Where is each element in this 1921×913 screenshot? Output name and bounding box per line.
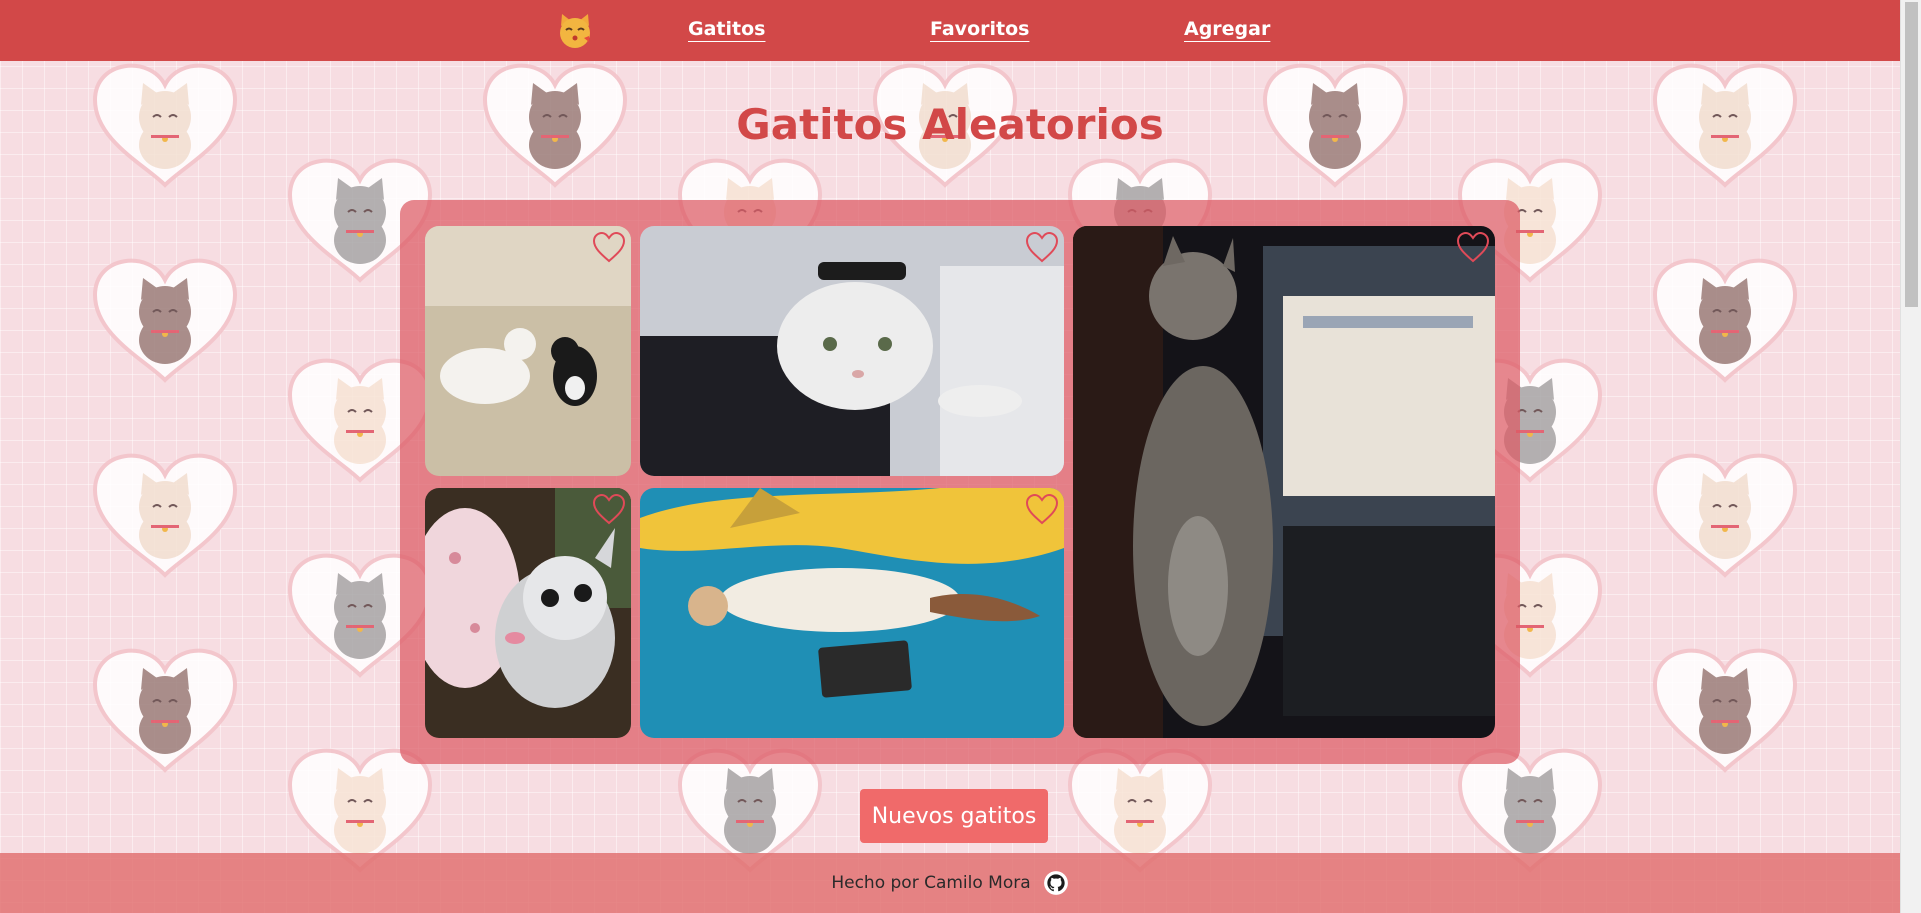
heart-outline-icon[interactable]: [1024, 230, 1060, 264]
navbar: Gatitos Favoritos Agregar: [0, 0, 1900, 61]
scrollbar-thumb[interactable]: [1905, 2, 1918, 307]
github-icon[interactable]: [1043, 870, 1069, 896]
cat-card[interactable]: [425, 226, 631, 476]
heart-outline-icon[interactable]: [1455, 230, 1491, 264]
new-cats-button[interactable]: Nuevos gatitos: [860, 789, 1048, 843]
scrollbar[interactable]: [1900, 0, 1921, 913]
page-title: Gatitos Aleatorios: [736, 100, 1164, 149]
cat-card[interactable]: [640, 488, 1064, 738]
cat-photo: [1073, 226, 1495, 738]
nav-agregar[interactable]: Agregar: [1184, 18, 1270, 40]
cat-photo: [640, 226, 1064, 476]
nav-favoritos[interactable]: Favoritos: [930, 18, 1029, 40]
heart-outline-icon[interactable]: [591, 230, 627, 264]
footer-credit: Hecho por Camilo Mora: [831, 873, 1031, 893]
cat-card[interactable]: [425, 488, 631, 738]
cat-gallery: [400, 200, 1520, 764]
heart-outline-icon[interactable]: [591, 492, 627, 526]
cat-photo: [640, 488, 1064, 738]
heart-outline-icon[interactable]: [1024, 492, 1060, 526]
cat-card[interactable]: [640, 226, 1064, 476]
footer: Hecho por Camilo Mora: [0, 853, 1900, 913]
cat-card[interactable]: [1073, 226, 1495, 738]
nav-gatitos[interactable]: Gatitos: [688, 18, 765, 40]
kissing-cat-icon[interactable]: [556, 12, 594, 50]
